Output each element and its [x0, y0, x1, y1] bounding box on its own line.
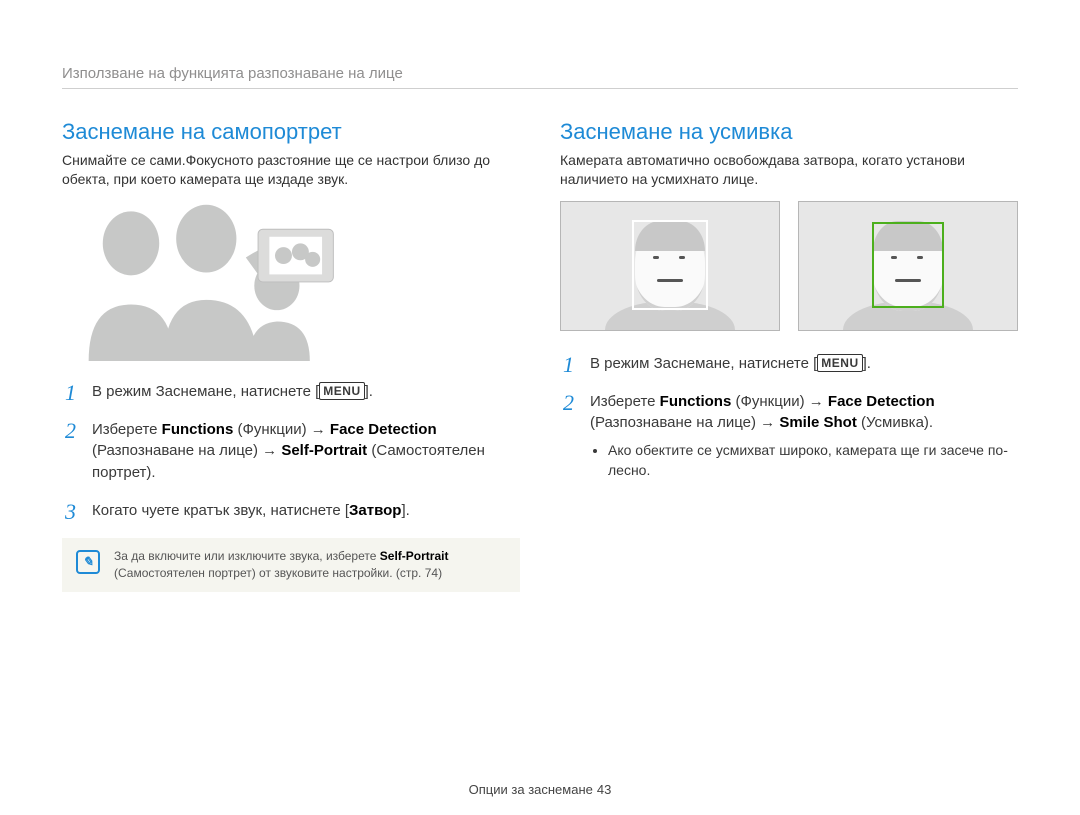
note-icon: ✎ — [76, 550, 100, 574]
focus-box-white — [632, 220, 708, 310]
page-footer: Опции за заснемане43 — [0, 782, 1080, 797]
intro-smile: Камерата автоматично освобождава затвора… — [560, 151, 1018, 189]
step-2: Изберете Functions (Функции) → Face Dete… — [62, 419, 520, 484]
right-column: Заснемане на усмивка Камерата автоматичн… — [560, 119, 1018, 592]
steps-smile: В режим Заснемане, натиснете [MENU]. Изб… — [560, 353, 1018, 481]
note-box: ✎ За да включите или изключите звука, из… — [62, 538, 520, 593]
step-2-bullet: Ако обектите се усмихват широко, камерат… — [608, 440, 1018, 481]
step-1: В режим Заснемане, натиснете [MENU]. — [560, 353, 1018, 375]
step-2: Изберете Functions (Функции) → Face Dete… — [560, 391, 1018, 481]
step-3: Когато чуете кратък звук, натиснете [Зат… — [62, 500, 520, 522]
menu-label: MENU — [319, 382, 364, 400]
left-column: Заснемане на самопортрет Снимайте се сам… — [62, 119, 520, 592]
step-1: В режим Заснемане, натиснете [MENU]. — [62, 381, 520, 403]
face-frame-2 — [798, 201, 1018, 331]
steps-self-portrait: В режим Заснемане, натиснете [MENU]. Изб… — [62, 381, 520, 522]
menu-label: MENU — [817, 354, 862, 372]
heading-smile: Заснемане на усмивка — [560, 119, 1018, 145]
focus-box-green — [872, 222, 944, 308]
breadcrumb: Използване на функцията разпознаване на … — [62, 65, 1018, 89]
illustration-self-portrait — [62, 201, 520, 361]
heading-self-portrait: Заснемане на самопортрет — [62, 119, 520, 145]
intro-self-portrait: Снимайте се сами.Фокусното разстояние ще… — [62, 151, 520, 189]
face-frame-1 — [560, 201, 780, 331]
smile-illustrations — [560, 201, 1018, 331]
